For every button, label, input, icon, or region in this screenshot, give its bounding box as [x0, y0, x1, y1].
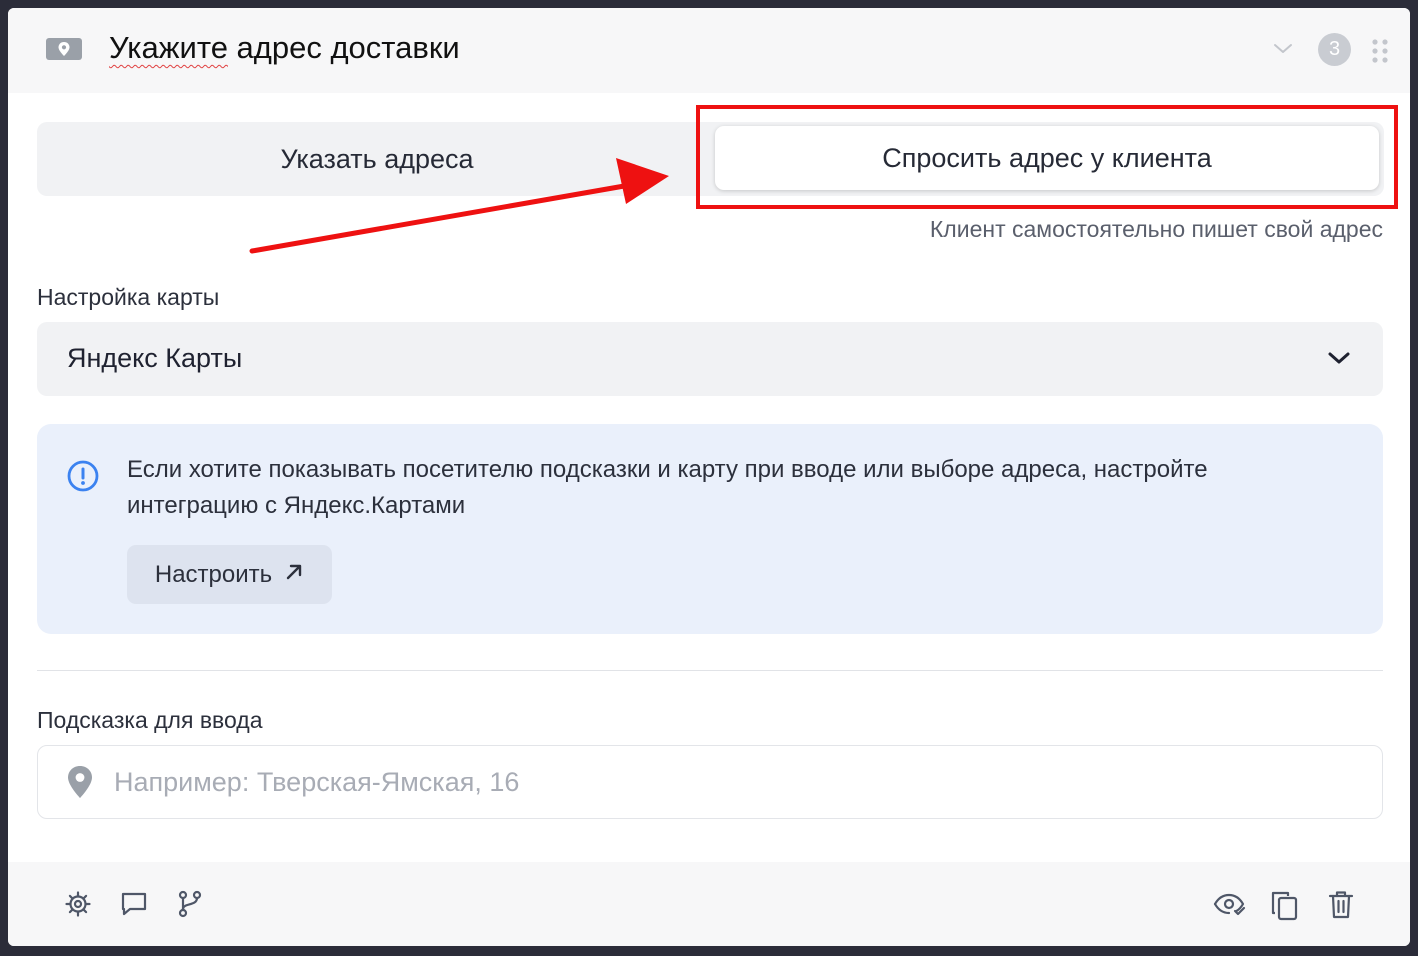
settings-icon[interactable]: [64, 890, 92, 923]
configure-button[interactable]: Настроить: [127, 545, 332, 604]
block-header: Укажите адрес доставки 3: [8, 8, 1410, 93]
input-hint-label: Подсказка для ввода: [37, 707, 263, 733]
integration-info-text: Если хотите показывать посетителю подска…: [127, 456, 1208, 519]
eye-check-icon[interactable]: [1213, 890, 1247, 923]
chevron-down-icon[interactable]: [1272, 40, 1294, 63]
drag-handle-icon[interactable]: [1371, 38, 1389, 69]
input-hint-field[interactable]: Например: Тверская-Ямская, 16: [37, 745, 1383, 819]
chevron-down-icon: [1327, 348, 1351, 373]
configure-button-label: Настроить: [154, 560, 273, 588]
integration-info-box: Если хотите показывать посетителю подска…: [37, 424, 1383, 634]
map-provider-select[interactable]: Яндекс Карты: [37, 322, 1383, 396]
copy-icon[interactable]: [1270, 890, 1300, 927]
branch-icon[interactable]: [176, 890, 204, 923]
input-hint-placeholder: Например: Тверская-Ямская, 16: [114, 767, 520, 797]
option-hint: Клиент самостоятельно пишет свой адрес: [929, 216, 1383, 242]
trash-icon[interactable]: [1328, 890, 1354, 925]
block-title[interactable]: Укажите адрес доставки: [109, 30, 460, 66]
info-alert-icon: [66, 459, 100, 498]
comment-icon[interactable]: [120, 890, 148, 923]
option-specify-addresses[interactable]: Указать адреса: [37, 122, 717, 196]
block-title-rest: адрес доставки: [227, 30, 460, 65]
block-toolbar: [8, 862, 1410, 946]
map-provider-value: Яндекс Карты: [67, 343, 243, 373]
annotation-highlight-box: [696, 105, 1398, 209]
section-divider: [37, 670, 1383, 671]
block-title-word1: Укажите: [109, 30, 228, 65]
address-block-card: Укажите адрес доставки 3 Указать адреса …: [8, 8, 1410, 946]
step-number-badge: 3: [1318, 33, 1351, 66]
location-pin-icon: [65, 764, 95, 805]
map-pin-icon: [46, 38, 82, 60]
map-settings-label: Настройка карты: [37, 284, 220, 310]
external-link-arrow-icon: [284, 561, 304, 589]
